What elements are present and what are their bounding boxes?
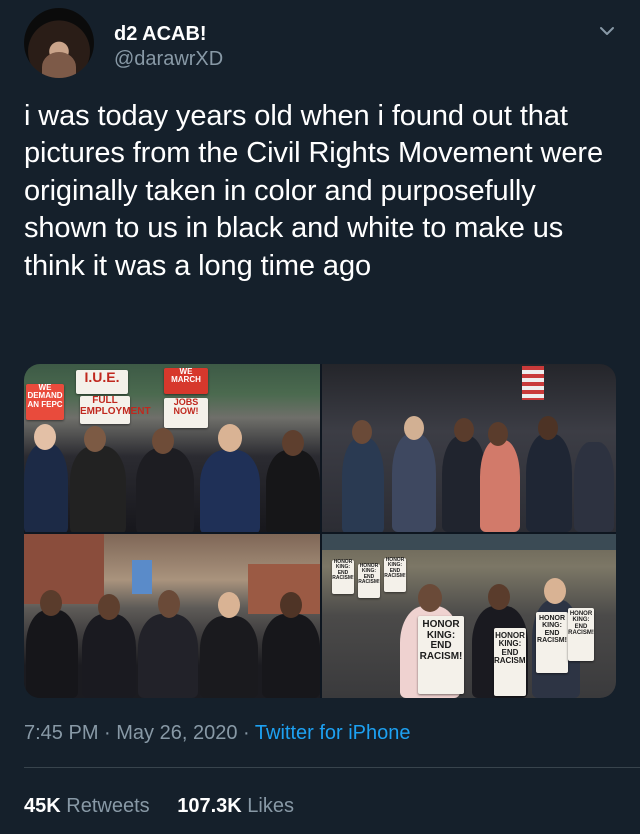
sign: HONOR KING: END RACISM! — [358, 563, 380, 598]
divider — [24, 767, 640, 768]
tweet-time[interactable]: 7:45 PM — [24, 722, 98, 744]
sign: HONOR KING: END RACISM! — [332, 559, 354, 594]
sign: FULL EMPLOYMENT — [80, 395, 151, 424]
sign: HONOR KING: END RACISM! — [384, 557, 406, 592]
likes-count: 107.3K — [177, 795, 242, 817]
tweet-date[interactable]: May 26, 2020 — [116, 722, 237, 744]
tweet-meta: 7:45 PM · May 26, 2020 · Twitter for iPh… — [24, 722, 411, 745]
author-names[interactable]: d2 ACAB! @darawrXD — [114, 22, 223, 72]
likes-label: Likes — [247, 795, 294, 817]
display-name[interactable]: d2 ACAB! — [114, 22, 223, 46]
tweet-source[interactable]: Twitter for iPhone — [255, 722, 411, 744]
media-grid: WE DEMAND AN FEPC I.U.E. FULL EMPLOYMENT W… — [24, 364, 616, 698]
tweet-text: i was today years old when i found out t… — [24, 100, 604, 282]
likes-stat[interactable]: 107.3K Likes — [177, 795, 294, 817]
chevron-down-icon[interactable] — [598, 22, 616, 40]
media-photo-2[interactable] — [322, 364, 616, 532]
media-photo-1[interactable]: WE DEMAND AN FEPC I.U.E. FULL EMPLOYMENT W… — [24, 364, 320, 532]
tweet-header: d2 ACAB! @darawrXD — [24, 8, 620, 78]
honor-king-sign: HONOR KING: END RACISM! — [568, 608, 594, 661]
honor-king-sign: HONOR KING: END RACISM! — [494, 628, 528, 696]
honor-king-sign: HONOR KING: END RACISM! — [536, 612, 568, 673]
meta-separator: · — [237, 722, 255, 744]
sign: WE DEMAND AN FEPC — [26, 383, 64, 420]
sign: I.U.E. — [76, 370, 128, 394]
tweet-stats: 45K Retweets 107.3K Likes — [24, 795, 316, 818]
sign: WE MARCH — [164, 367, 208, 394]
handle[interactable]: @darawrXD — [114, 46, 223, 72]
meta-separator: · — [98, 722, 117, 744]
media-photo-4[interactable]: HONOR KING: END RACISM! HONOR KING: END … — [322, 534, 616, 698]
sign: JOBS NOW! — [164, 397, 208, 428]
avatar[interactable] — [24, 8, 94, 78]
retweets-stat[interactable]: 45K Retweets — [24, 795, 150, 817]
honor-king-sign: HONOR KING: END RACISM! — [418, 616, 464, 694]
retweets-count: 45K — [24, 795, 61, 817]
retweets-label: Retweets — [66, 795, 150, 817]
media-photo-3[interactable] — [24, 534, 320, 698]
